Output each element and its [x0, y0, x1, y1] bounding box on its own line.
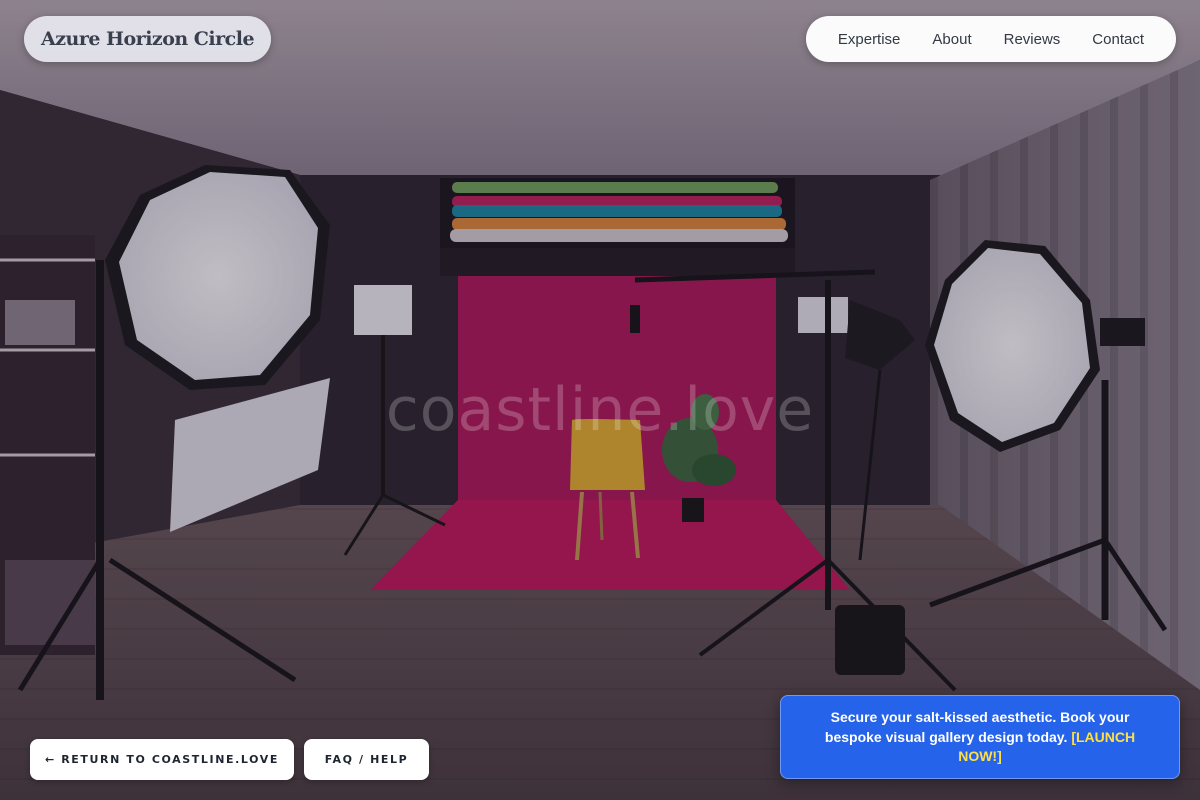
promo-banner: Secure your salt-kissed aesthetic. Book …: [780, 695, 1180, 779]
nav-link-expertise[interactable]: Expertise: [838, 31, 901, 48]
brand-name: Azure Horizon Circle: [41, 28, 255, 50]
top-navigation: Expertise About Reviews Contact: [805, 16, 1176, 62]
faq-help-button[interactable]: FAQ / HELP: [304, 739, 429, 780]
nav-link-about[interactable]: About: [932, 31, 971, 48]
photo-studio-background: [0, 0, 1200, 800]
nav-link-reviews[interactable]: Reviews: [1004, 31, 1061, 48]
return-home-button[interactable]: ← RETURN TO COASTLINE.LOVE: [30, 739, 294, 780]
nav-link-contact[interactable]: Contact: [1092, 31, 1144, 48]
brand-logo[interactable]: Azure Horizon Circle: [24, 16, 272, 62]
